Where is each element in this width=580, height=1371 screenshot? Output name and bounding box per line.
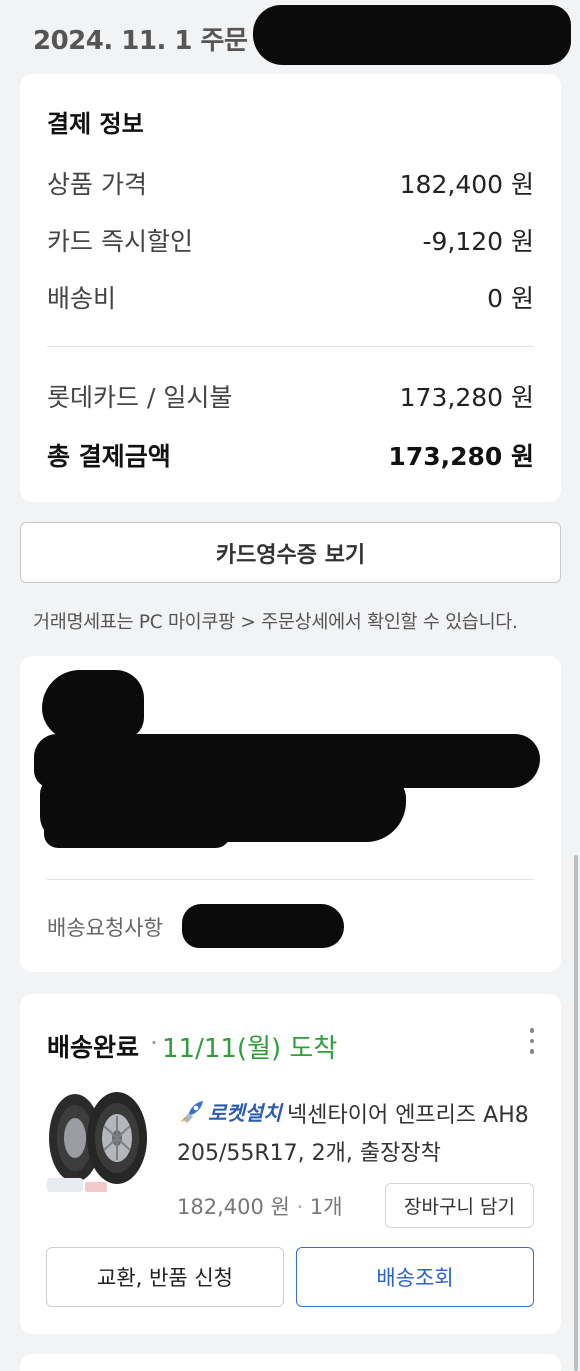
- divider: [47, 879, 534, 880]
- scrollbar[interactable]: [574, 855, 578, 1371]
- row-label: 롯데카드 / 일시불: [47, 383, 233, 412]
- product-name[interactable]: 넥센타이어 엔프리즈 AH8 205/55R17, 2개, 출장장착: [177, 1097, 547, 1173]
- order-header: 2024. 11. 1 주문: [0, 0, 580, 72]
- row-label: 카드 즉시할인: [47, 227, 193, 256]
- order-date: 2024. 11. 1 주문: [33, 26, 248, 56]
- divider: [47, 346, 534, 347]
- redacted-delivery-request: [182, 904, 344, 948]
- redacted-recipient-name: [42, 670, 144, 740]
- statement-notice: 거래명세표는 PC 마이쿠팡 > 주문상세에서 확인할 수 있습니다.: [33, 612, 518, 633]
- row-shipping-fee: 배송비 0 원: [47, 279, 534, 313]
- delivery-request-label: 배송요청사항: [47, 916, 163, 940]
- exchange-return-button[interactable]: 교환, 반품 신청: [46, 1247, 284, 1307]
- payment-info-card: 결제 정보 상품 가격 182,400 원 카드 즉시할인 -9,120 원 배…: [20, 74, 561, 502]
- product-thumbnail[interactable]: [45, 1090, 153, 1196]
- status-separator: ·: [150, 1028, 158, 1057]
- row-value: 173,280 원: [399, 383, 534, 412]
- more-vertical-icon[interactable]: [521, 1028, 543, 1058]
- row-label: 상품 가격: [47, 170, 147, 199]
- row-payment-method: 롯데카드 / 일시불 173,280 원: [47, 378, 534, 412]
- product-price: 182,400 원: [177, 1195, 290, 1219]
- row-value: -9,120 원: [422, 227, 534, 256]
- price-separator: ·: [296, 1195, 304, 1219]
- next-card-peek: [20, 1354, 561, 1371]
- redacted-order-number: [253, 5, 571, 65]
- row-card-discount: 카드 즉시할인 -9,120 원: [47, 222, 534, 256]
- row-product-price: 상품 가격 182,400 원: [47, 165, 534, 199]
- total-label: 총 결제금액: [47, 442, 171, 471]
- total-value: 173,280 원: [388, 442, 534, 471]
- payment-title: 결제 정보: [47, 110, 144, 138]
- row-value: 182,400 원: [399, 170, 534, 199]
- arrival-date: 11/11(월) 도착: [162, 1034, 338, 1064]
- price-quantity: 182,400 원 · 1개: [177, 1191, 343, 1221]
- redacted-phone: [44, 816, 230, 848]
- product-quantity: 1개: [309, 1195, 343, 1219]
- row-value: 0 원: [487, 284, 534, 313]
- add-to-cart-button[interactable]: 장바구니 담기: [385, 1183, 534, 1228]
- card-receipt-button[interactable]: 카드영수증 보기: [20, 522, 561, 583]
- row-label: 배송비: [47, 284, 117, 313]
- shipment-card: 배송완료 · 11/11(월) 도착 로켓설치 넥센타이어 엔프리즈 AH8 2…: [20, 994, 561, 1334]
- row-total-amount: 총 결제금액 173,280 원: [47, 437, 534, 471]
- shipping-address-card: 배송요청사항: [20, 656, 561, 972]
- track-delivery-button[interactable]: 배송조회: [296, 1247, 534, 1307]
- delivery-status: 배송완료: [47, 1033, 140, 1062]
